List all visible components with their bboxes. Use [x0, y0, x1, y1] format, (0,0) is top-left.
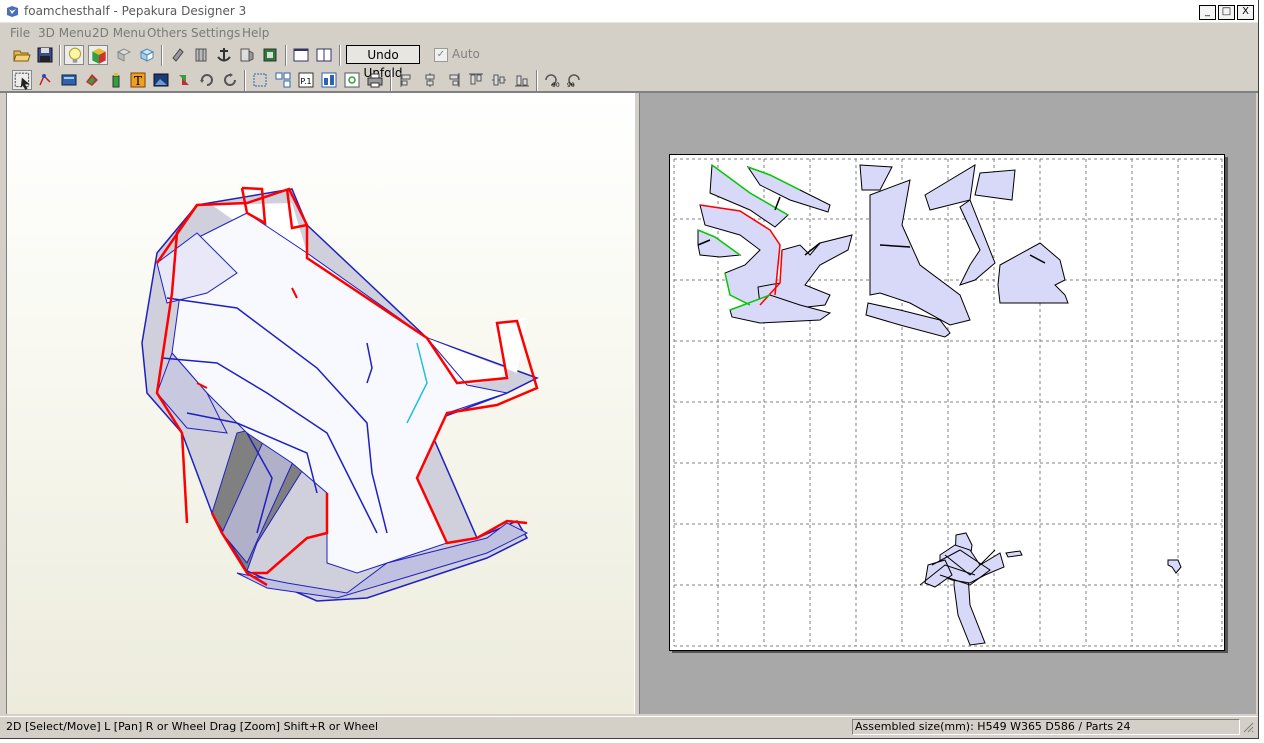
page-number-icon[interactable]: P.1 — [296, 70, 316, 90]
svg-text:P.1: P.1 — [300, 77, 311, 86]
menu-help[interactable]: Help — [242, 26, 269, 40]
window-title: foamchesthalf - Pepakura Designer 3 — [24, 4, 247, 18]
status-bar: 2D [Select/Move] L [Pan] R or Wheel Drag… — [0, 716, 1258, 738]
single-view-icon[interactable] — [291, 45, 311, 65]
move-icon[interactable] — [174, 70, 194, 90]
menu-file[interactable]: File — [10, 26, 30, 40]
menu-3d[interactable]: 3D Menu — [38, 26, 92, 40]
close-button[interactable]: X — [1237, 5, 1254, 20]
rotate-right-90-icon[interactable]: 90 — [564, 70, 584, 90]
flap-icon[interactable] — [237, 45, 257, 65]
minimize-button[interactable]: _ — [1199, 5, 1216, 20]
svg-text:T: T — [134, 74, 142, 88]
select-icon[interactable] — [12, 70, 32, 90]
toolbar-separator — [59, 45, 61, 66]
toolbar-separator — [339, 45, 341, 66]
image-icon[interactable] — [151, 70, 171, 90]
menu-bar: File 3D Menu 2D Menu Others Settings Hel… — [0, 23, 1258, 43]
texture-cube-icon[interactable] — [88, 45, 108, 65]
app-window: foamchesthalf - Pepakura Designer 3 _ □ … — [0, 0, 1259, 739]
lightbulb-icon[interactable] — [64, 45, 84, 65]
svg-text:90: 90 — [552, 82, 560, 89]
unfold-icon[interactable] — [220, 70, 240, 90]
maximize-button[interactable]: □ — [1218, 5, 1235, 20]
toolbar-separator — [161, 45, 163, 66]
auto-checkbox[interactable]: ✓ — [434, 48, 448, 62]
arrange-icon[interactable] — [273, 70, 293, 90]
save-icon[interactable] — [35, 45, 55, 65]
rotate-left-90-icon[interactable]: 90 — [541, 70, 561, 90]
toolbar-separator — [390, 70, 392, 91]
resize-grip-icon[interactable] — [1242, 721, 1254, 733]
status-hint: 2D [Select/Move] L [Pan] R or Wheel Drag… — [6, 720, 379, 733]
eraser-icon[interactable] — [168, 45, 188, 65]
menu-settings[interactable]: Settings — [191, 26, 240, 40]
align-right-icon[interactable] — [443, 70, 463, 90]
menu-others[interactable]: Others — [147, 26, 187, 40]
model-cube-icon[interactable] — [137, 45, 157, 65]
align-middle-icon[interactable] — [489, 70, 509, 90]
pillar-icon[interactable] — [191, 45, 211, 65]
window-controls: _ □ X — [1199, 5, 1254, 20]
glue-icon[interactable] — [106, 70, 126, 90]
align-bottom-icon[interactable] — [512, 70, 532, 90]
status-assembled-size: Assembled size(mm): H549 W365 D586 / Par… — [852, 719, 1240, 735]
title-bar[interactable]: foamchesthalf - Pepakura Designer 3 _ □ … — [0, 0, 1258, 23]
auto-label: Auto — [452, 47, 480, 61]
paper-sheet[interactable] — [669, 154, 1225, 651]
align-top-icon[interactable] — [466, 70, 486, 90]
edge-icon[interactable] — [114, 45, 134, 65]
print-preview-icon[interactable] — [342, 70, 362, 90]
texture-icon[interactable] — [59, 70, 79, 90]
menu-2d[interactable]: 2D Menu — [92, 26, 146, 40]
join-icon[interactable] — [260, 45, 280, 65]
3d-viewport[interactable] — [6, 93, 635, 714]
page-layout-icon[interactable] — [319, 70, 339, 90]
toolbar-separator — [285, 45, 287, 66]
print-icon[interactable] — [365, 70, 385, 90]
split-view-icon[interactable] — [314, 45, 334, 65]
fit-icon[interactable] — [250, 70, 270, 90]
3d-model — [141, 186, 539, 602]
text-icon[interactable]: T — [128, 70, 148, 90]
undo-unfold-button[interactable]: Undo Unfold — [346, 45, 420, 80]
anchor-icon[interactable] — [214, 45, 234, 65]
toolbar-separator — [536, 70, 538, 91]
align-center-icon[interactable] — [420, 70, 440, 90]
svg-text:90: 90 — [567, 82, 575, 89]
pattern-layout — [673, 158, 1223, 647]
toolbar-separator — [244, 70, 246, 91]
rotate-icon[interactable] — [197, 70, 217, 90]
app-icon — [7, 6, 18, 17]
2d-viewport[interactable] — [640, 93, 1256, 714]
edit-icon[interactable] — [36, 70, 56, 90]
paint-icon[interactable] — [82, 70, 102, 90]
open-icon[interactable] — [12, 45, 32, 65]
align-left-icon[interactable] — [397, 70, 417, 90]
